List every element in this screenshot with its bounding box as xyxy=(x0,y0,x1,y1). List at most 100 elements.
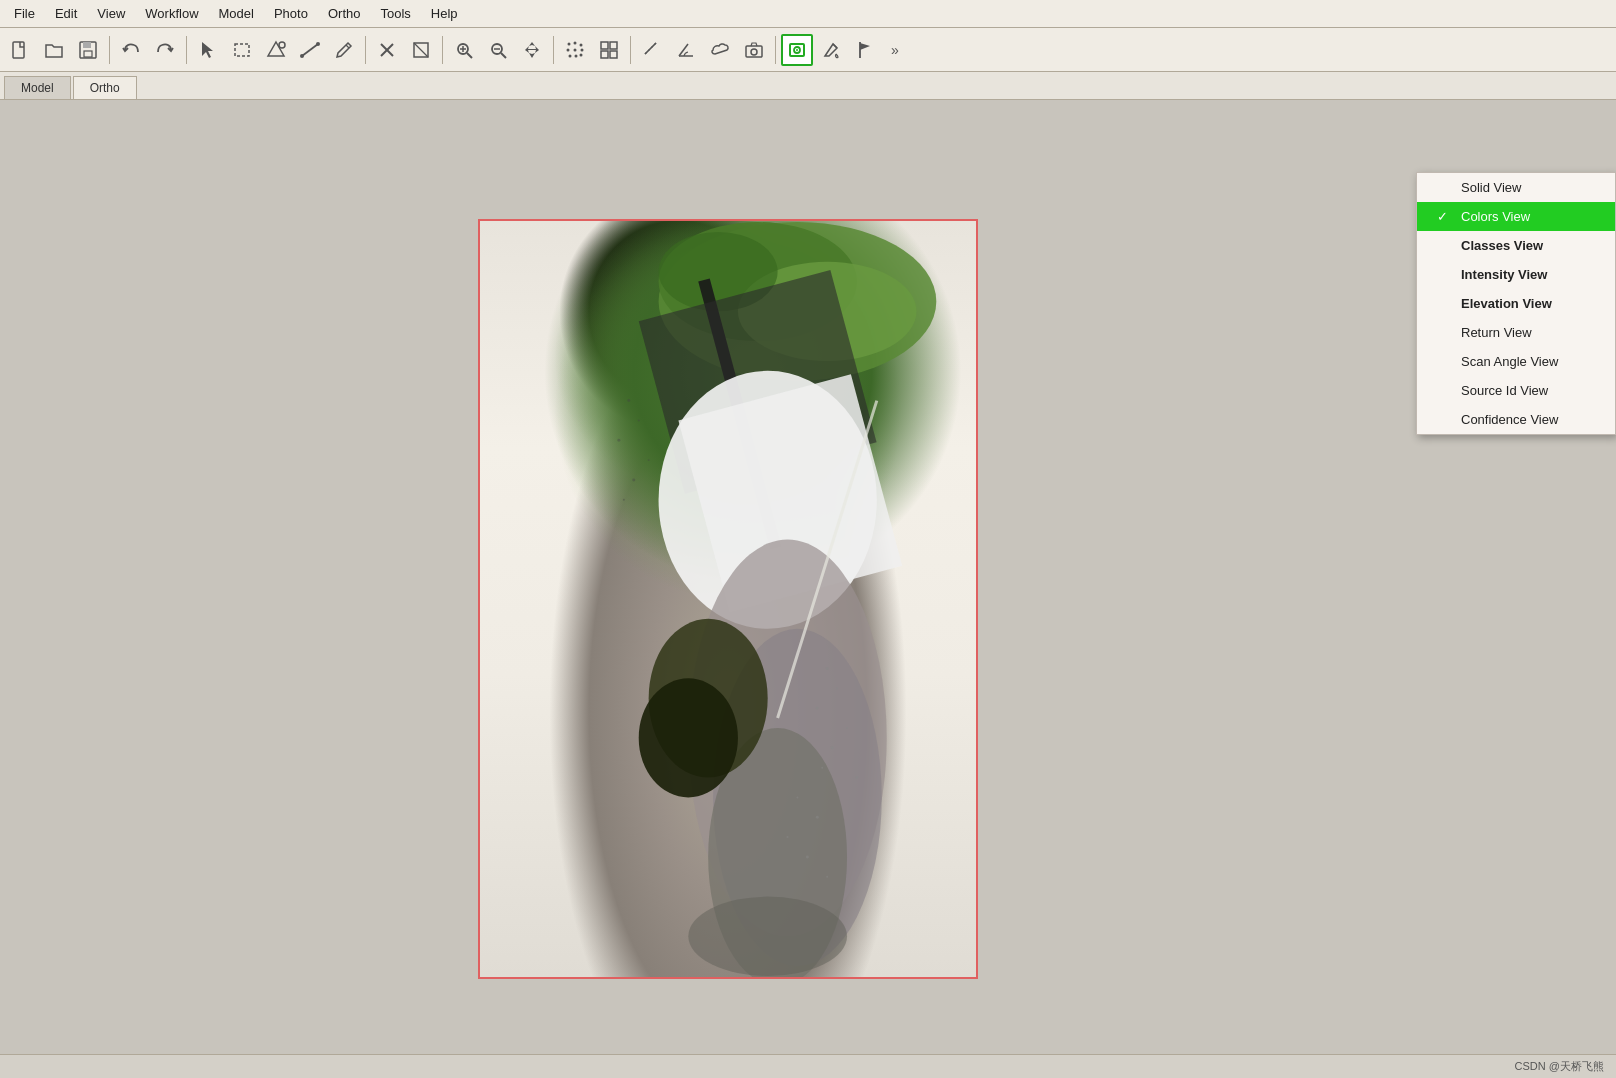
solid-view-item[interactable]: Solid View xyxy=(1417,173,1615,202)
svg-point-31 xyxy=(575,54,578,57)
menu-edit[interactable]: Edit xyxy=(45,4,87,23)
svg-point-47 xyxy=(796,49,798,51)
rect-select-button[interactable] xyxy=(226,34,258,66)
undo-button[interactable] xyxy=(115,34,147,66)
select-button[interactable] xyxy=(192,34,224,66)
menu-photo[interactable]: Photo xyxy=(264,4,318,23)
statusbar: CSDN @天桥飞熊 xyxy=(0,1054,1616,1078)
sep4 xyxy=(442,36,443,64)
svg-point-73 xyxy=(836,687,838,689)
menu-view[interactable]: View xyxy=(87,4,135,23)
pointcloud-svg xyxy=(480,221,976,977)
measure-button[interactable] xyxy=(636,34,668,66)
paint-button[interactable] xyxy=(815,34,847,66)
camera-button[interactable] xyxy=(738,34,770,66)
svg-rect-3 xyxy=(84,51,92,57)
svg-point-77 xyxy=(821,767,823,769)
svg-point-69 xyxy=(648,459,650,461)
svg-line-39 xyxy=(651,46,653,48)
svg-point-32 xyxy=(580,53,583,56)
viewport-frame xyxy=(478,219,978,979)
svg-point-67 xyxy=(638,419,640,421)
return-view-item[interactable]: Return View xyxy=(1417,318,1615,347)
menu-workflow[interactable]: Workflow xyxy=(135,4,208,23)
grid-view-button[interactable] xyxy=(593,34,625,66)
3dview-button[interactable] xyxy=(781,34,813,66)
colors-view-label: Colors View xyxy=(1461,209,1530,224)
svg-line-40 xyxy=(654,43,656,45)
svg-line-21 xyxy=(501,53,506,58)
scan-angle-view-label: Scan Angle View xyxy=(1461,354,1558,369)
sep6 xyxy=(630,36,631,64)
more-button[interactable]: » xyxy=(883,34,915,66)
sep3 xyxy=(365,36,366,64)
svg-line-11 xyxy=(346,45,349,48)
points-view-button[interactable] xyxy=(559,34,591,66)
scan-angle-view-item[interactable]: Scan Angle View xyxy=(1417,347,1615,376)
svg-point-80 xyxy=(816,816,819,819)
menu-model[interactable]: Model xyxy=(209,4,264,23)
pan-button[interactable] xyxy=(516,34,548,66)
elevation-view-item[interactable]: Elevation View xyxy=(1417,289,1615,318)
menu-tools[interactable]: Tools xyxy=(370,4,420,23)
svg-point-83 xyxy=(826,876,828,878)
menu-file[interactable]: File xyxy=(4,4,45,23)
svg-line-17 xyxy=(467,53,472,58)
zoom-out-button[interactable] xyxy=(482,34,514,66)
menu-help[interactable]: Help xyxy=(421,4,468,23)
open-button[interactable] xyxy=(38,34,70,66)
angle-button[interactable] xyxy=(670,34,702,66)
svg-point-44 xyxy=(751,49,757,55)
intensity-view-label: Intensity View xyxy=(1461,267,1547,282)
flag-button[interactable] xyxy=(849,34,881,66)
svg-line-8 xyxy=(302,44,318,56)
svg-line-38 xyxy=(648,49,650,51)
colors-view-item[interactable]: ✓ Colors View xyxy=(1417,202,1615,231)
svg-point-63 xyxy=(639,678,738,797)
statusbar-text: CSDN @天桥飞熊 xyxy=(1515,1059,1604,1074)
svg-point-66 xyxy=(627,399,630,402)
svg-point-30 xyxy=(569,54,572,57)
tab-model[interactable]: Model xyxy=(4,76,71,99)
tab-ortho[interactable]: Ortho xyxy=(73,76,137,99)
pencil-button[interactable] xyxy=(328,34,360,66)
svg-rect-34 xyxy=(610,42,617,49)
svg-point-70 xyxy=(632,478,635,481)
sep5 xyxy=(553,36,554,64)
save-button[interactable] xyxy=(72,34,104,66)
zoom-in-button[interactable] xyxy=(448,34,480,66)
intensity-view-item[interactable]: Intensity View xyxy=(1417,260,1615,289)
cut-button[interactable] xyxy=(405,34,437,66)
source-id-view-item[interactable]: Source Id View xyxy=(1417,376,1615,405)
svg-rect-33 xyxy=(601,42,608,49)
redo-button[interactable] xyxy=(149,34,181,66)
tabbar: Model Ortho xyxy=(0,72,1616,100)
delete-button[interactable] xyxy=(371,34,403,66)
svg-point-68 xyxy=(617,439,620,442)
svg-point-64 xyxy=(688,897,847,976)
svg-point-72 xyxy=(826,667,829,670)
svg-point-9 xyxy=(300,54,304,58)
line-button[interactable] xyxy=(294,34,326,66)
classes-view-item[interactable]: Classes View xyxy=(1417,231,1615,260)
cloud-button[interactable] xyxy=(704,34,736,66)
svg-marker-4 xyxy=(202,42,213,58)
view-dropdown-menu: Solid View ✓ Colors View Classes View In… xyxy=(1416,172,1616,435)
svg-marker-6 xyxy=(268,42,284,56)
shape-button[interactable] xyxy=(260,34,292,66)
svg-point-75 xyxy=(846,727,848,729)
new-button[interactable] xyxy=(4,34,36,66)
sep7 xyxy=(775,36,776,64)
classes-view-label: Classes View xyxy=(1461,238,1543,253)
menubar: File Edit View Workflow Model Photo Orth… xyxy=(0,0,1616,28)
svg-point-10 xyxy=(316,42,320,46)
menu-ortho[interactable]: Ortho xyxy=(318,4,371,23)
svg-line-15 xyxy=(414,43,428,57)
pointcloud-visualization xyxy=(480,221,976,977)
svg-point-7 xyxy=(279,42,285,48)
svg-point-26 xyxy=(580,43,583,46)
confidence-view-item[interactable]: Confidence View xyxy=(1417,405,1615,434)
solid-view-label: Solid View xyxy=(1461,180,1521,195)
confidence-view-label: Confidence View xyxy=(1461,412,1558,427)
svg-point-74 xyxy=(816,707,819,710)
